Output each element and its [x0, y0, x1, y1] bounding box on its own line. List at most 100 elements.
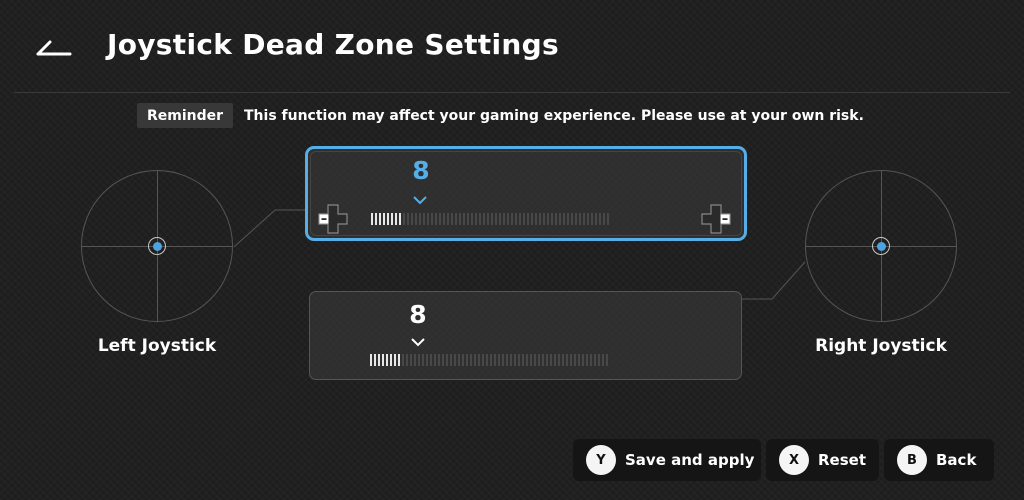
decrease-button[interactable]	[318, 204, 348, 234]
slider-tick	[431, 213, 433, 225]
slider-tick	[395, 213, 397, 225]
left-dead-zone-value: 8	[412, 156, 430, 185]
right-dead-zone-track[interactable]	[370, 354, 608, 366]
slider-tick	[426, 354, 428, 366]
left-joystick-diagram	[81, 170, 233, 322]
slider-tick	[575, 213, 577, 225]
slider-tick	[506, 354, 508, 366]
slider-tick	[402, 354, 404, 366]
slider-tick	[567, 213, 569, 225]
left-dead-zone-slider[interactable]: 8	[305, 146, 747, 241]
slider-tick	[606, 354, 608, 366]
slider-tick	[526, 354, 528, 366]
slider-tick	[486, 354, 488, 366]
slider-tick	[519, 213, 521, 225]
slider-tick	[466, 354, 468, 366]
slider-tick	[410, 354, 412, 366]
slider-tick	[599, 213, 601, 225]
header-divider	[14, 92, 1010, 93]
slider-tick	[603, 213, 605, 225]
slider-tick	[498, 354, 500, 366]
slider-tick	[571, 213, 573, 225]
slider-tick	[602, 354, 604, 366]
slider-tick	[559, 213, 561, 225]
joystick-position-dot	[876, 241, 886, 251]
back-arrow-icon[interactable]	[34, 34, 74, 58]
slider-tick	[442, 354, 444, 366]
slider-tick	[514, 354, 516, 366]
slider-tick	[535, 213, 537, 225]
slider-tick	[595, 213, 597, 225]
right-dead-zone-value: 8	[409, 300, 427, 329]
slider-tick	[550, 354, 552, 366]
slider-tick	[511, 213, 513, 225]
right-dead-zone-slider[interactable]: 8	[309, 291, 742, 380]
back-label: Back	[936, 451, 977, 469]
slider-tick	[522, 354, 524, 366]
slider-tick	[387, 213, 389, 225]
slider-tick	[427, 213, 429, 225]
reset-button[interactable]: X Reset	[766, 439, 879, 481]
slider-tick	[507, 213, 509, 225]
slider-tick	[462, 354, 464, 366]
slider-tick	[423, 213, 425, 225]
slider-tick	[403, 213, 405, 225]
slider-tick	[379, 213, 381, 225]
slider-tick	[542, 354, 544, 366]
slider-tick	[411, 213, 413, 225]
increase-button[interactable]	[701, 204, 731, 234]
slider-tick	[374, 354, 376, 366]
slider-tick	[459, 213, 461, 225]
slider-tick	[463, 213, 465, 225]
slider-tick	[563, 213, 565, 225]
slider-tick	[391, 213, 393, 225]
slider-tick	[370, 354, 372, 366]
back-button[interactable]: B Back	[884, 439, 994, 481]
slider-tick	[515, 213, 517, 225]
slider-tick	[398, 354, 400, 366]
slider-tick	[586, 354, 588, 366]
slider-tick	[438, 354, 440, 366]
slider-tick	[547, 213, 549, 225]
slider-tick	[418, 354, 420, 366]
save-and-apply-button[interactable]: Y Save and apply	[573, 439, 761, 481]
chevron-down-icon	[413, 196, 427, 205]
slider-tick	[474, 354, 476, 366]
slider-tick	[530, 354, 532, 366]
slider-tick	[475, 213, 477, 225]
slider-tick	[554, 354, 556, 366]
slider-tick	[590, 354, 592, 366]
slider-tick	[490, 354, 492, 366]
slider-tick	[543, 213, 545, 225]
slider-tick	[451, 213, 453, 225]
slider-tick	[434, 354, 436, 366]
left-dead-zone-track[interactable]	[371, 213, 609, 225]
slider-tick	[471, 213, 473, 225]
slider-tick	[503, 213, 505, 225]
slider-tick	[382, 354, 384, 366]
slider-tick	[447, 213, 449, 225]
slider-tick	[407, 213, 409, 225]
slider-tick	[406, 354, 408, 366]
slider-tick	[378, 354, 380, 366]
left-joystick-label: Left Joystick	[97, 336, 217, 356]
slider-tick	[495, 213, 497, 225]
slider-tick	[443, 213, 445, 225]
slider-tick	[539, 213, 541, 225]
slider-tick	[510, 354, 512, 366]
slider-tick	[534, 354, 536, 366]
slider-tick	[414, 354, 416, 366]
slider-tick	[455, 213, 457, 225]
slider-tick	[574, 354, 576, 366]
slider-tick	[538, 354, 540, 366]
slider-tick	[491, 213, 493, 225]
slider-tick	[607, 213, 609, 225]
slider-tick	[415, 213, 417, 225]
slider-tick	[483, 213, 485, 225]
slider-tick	[591, 213, 593, 225]
slider-tick	[527, 213, 529, 225]
slider-tick	[467, 213, 469, 225]
slider-tick	[470, 354, 472, 366]
right-joystick-label: Right Joystick	[815, 336, 947, 356]
page-title: Joystick Dead Zone Settings	[107, 28, 559, 61]
